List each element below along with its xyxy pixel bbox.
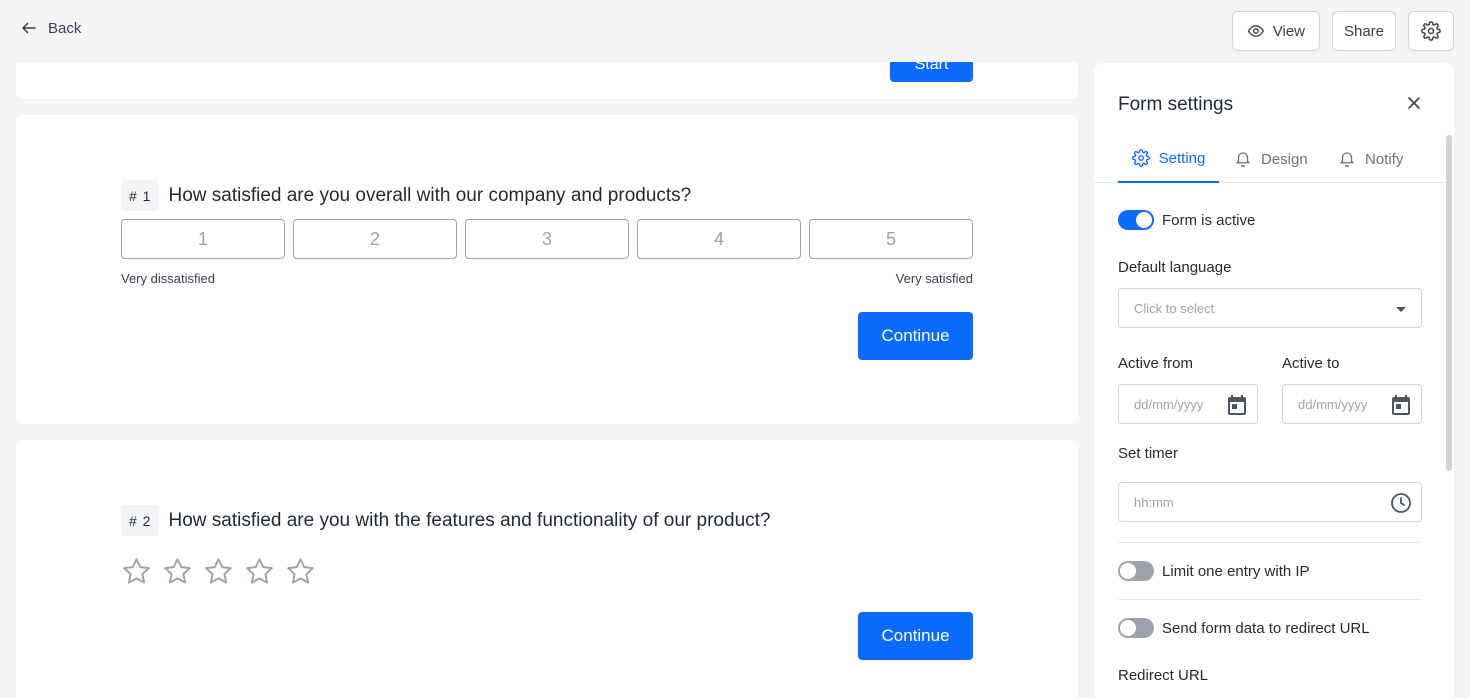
form-active-toggle[interactable] — [1118, 210, 1154, 230]
set-timer-input[interactable]: hh:mm — [1118, 482, 1422, 522]
active-from-label: Active from — [1118, 355, 1194, 372]
star-icon[interactable] — [121, 556, 152, 587]
tab-notify[interactable]: Notify — [1338, 135, 1403, 183]
share-button[interactable]: Share — [1332, 11, 1396, 51]
calendar-icon[interactable] — [1389, 393, 1413, 417]
star-icon[interactable] — [285, 556, 316, 587]
continue-label: Continue — [881, 626, 950, 645]
question-card-1: # 1 How satisfied are you overall with o… — [16, 115, 1078, 424]
share-label: Share — [1343, 22, 1385, 40]
gear-icon — [1421, 21, 1441, 41]
scale-option-4[interactable]: 4 — [637, 219, 801, 259]
rating-scale: 1 2 3 4 5 — [121, 219, 973, 259]
top-bar: Back View Share — [0, 0, 1470, 62]
form-settings-panel: Form settings Setting Design Notify Form… — [1094, 63, 1454, 698]
form-active-row: Form is active — [1118, 210, 1255, 230]
redirect-data-label: Send form data to redirect URL — [1162, 619, 1370, 637]
scale-option-3[interactable]: 3 — [465, 219, 629, 259]
caret-down-icon — [1396, 307, 1406, 312]
form-active-label: Form is active — [1162, 211, 1256, 229]
calendar-icon[interactable] — [1225, 393, 1249, 417]
limit-ip-toggle[interactable] — [1118, 561, 1154, 581]
view-button[interactable]: View — [1232, 11, 1320, 51]
tab-label: Notify — [1365, 150, 1404, 168]
arrow-left-icon — [22, 22, 36, 34]
start-label: Start — [914, 62, 949, 73]
default-language-label: Default language — [1118, 259, 1232, 276]
top-actions: View Share — [1232, 11, 1454, 51]
back-button[interactable]: Back — [20, 19, 81, 37]
continue-button[interactable]: Continue — [858, 312, 973, 360]
scale-option-2[interactable]: 2 — [293, 219, 457, 259]
question-text: How satisfied are you with the features … — [168, 509, 771, 531]
star-icon[interactable] — [203, 556, 234, 587]
limit-ip-row: Limit one entry with IP — [1118, 561, 1310, 581]
scale-option-1[interactable]: 1 — [121, 219, 285, 259]
view-label: View — [1272, 22, 1305, 40]
bell-icon — [1236, 152, 1250, 168]
back-label: Back — [48, 19, 82, 37]
default-language-placeholder: Click to select — [1134, 300, 1215, 316]
eye-icon — [1247, 25, 1265, 37]
divider — [1118, 599, 1422, 600]
question-card-2: # 2 How satisfied are you with the featu… — [16, 440, 1078, 698]
question-text: How satisfied are you overall with our c… — [168, 184, 692, 206]
scale-option-5[interactable]: 5 — [809, 219, 973, 259]
active-from-input[interactable]: dd/mm/yyyy — [1118, 384, 1258, 424]
question-number: # 2 — [121, 505, 160, 536]
question-number: # 1 — [121, 180, 160, 211]
divider — [1118, 542, 1422, 543]
default-language-select[interactable]: Click to select — [1118, 288, 1422, 328]
panel-scrollbar[interactable] — [1446, 135, 1452, 471]
tab-label: Design — [1261, 150, 1308, 168]
set-timer-label: Set timer — [1118, 445, 1179, 462]
settings-button[interactable] — [1408, 11, 1454, 51]
set-timer-placeholder: hh:mm — [1134, 494, 1174, 510]
redirect-url-label: Redirect URL — [1118, 667, 1209, 684]
active-to-label: Active to — [1282, 355, 1340, 372]
settings-tabs: Setting Design Notify — [1094, 135, 1447, 183]
star-rating — [121, 556, 316, 587]
start-button[interactable]: Start — [890, 62, 973, 82]
active-from-placeholder: dd/mm/yyyy — [1134, 396, 1204, 412]
question-header: # 2 How satisfied are you with the featu… — [121, 505, 770, 536]
redirect-data-row: Send form data to redirect URL — [1118, 618, 1370, 638]
continue-button[interactable]: Continue — [858, 612, 973, 660]
question-header: # 1 How satisfied are you overall with o… — [121, 180, 691, 211]
scale-min-label: Very dissatisfied — [121, 271, 215, 286]
clock-icon[interactable] — [1389, 491, 1413, 515]
star-icon[interactable] — [244, 556, 275, 587]
gear-icon — [1131, 149, 1150, 167]
limit-ip-label: Limit one entry with IP — [1162, 562, 1310, 580]
bell-icon — [1340, 152, 1354, 168]
panel-title: Form settings — [1118, 94, 1234, 115]
tab-label: Setting — [1158, 149, 1206, 167]
tab-design[interactable]: Design — [1234, 135, 1308, 183]
star-icon[interactable] — [162, 556, 193, 587]
active-to-placeholder: dd/mm/yyyy — [1298, 396, 1368, 412]
intro-card: Start — [16, 62, 1078, 99]
redirect-data-toggle[interactable] — [1118, 618, 1154, 638]
continue-label: Continue — [881, 326, 950, 345]
scale-max-label: Very satisfied — [895, 271, 973, 286]
close-icon[interactable] — [1404, 93, 1424, 113]
active-to-input[interactable]: dd/mm/yyyy — [1282, 384, 1422, 424]
tab-setting[interactable]: Setting — [1118, 135, 1219, 183]
